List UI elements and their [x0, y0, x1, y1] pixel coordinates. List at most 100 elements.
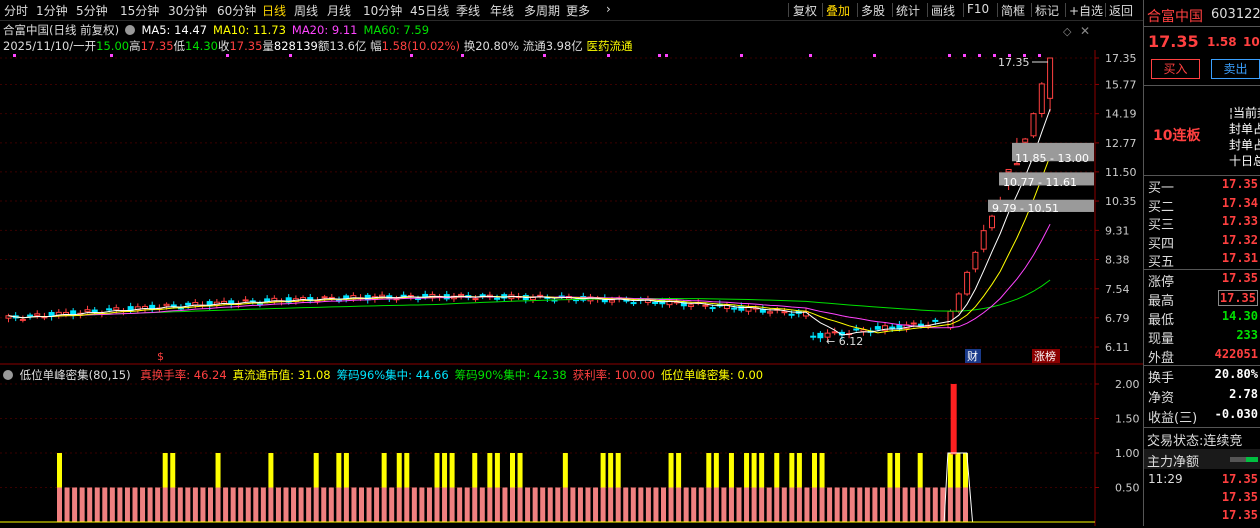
stat-row: 外盘 422051: [1148, 347, 1260, 367]
ma-value-2: MA20: 9.11: [291, 23, 358, 37]
more-chevron-icon[interactable]: ›: [606, 2, 611, 16]
candlestick-chart[interactable]: 17.35 15.77 14.19 12.77 11.50 10.35 9.31 8.38 7.…: [0, 50, 1143, 365]
period-tab-0[interactable]: 分时: [4, 2, 28, 19]
period-tab-4[interactable]: 30分钟: [168, 2, 207, 19]
toolbar-button-5[interactable]: F10: [967, 2, 989, 16]
candle-body: [817, 332, 824, 339]
indicator-chart[interactable]: 2.00 1.50 1.00 0.50: [0, 364, 1143, 526]
candle-body: [630, 302, 637, 305]
ma-settings-icon[interactable]: [124, 25, 135, 35]
main-flow-label: 主力净额: [1147, 455, 1200, 470]
ma-value-0: MA5: 14.47: [141, 23, 208, 37]
candle-body: [910, 322, 917, 325]
toolbar-button-6[interactable]: 简框: [1001, 2, 1025, 19]
bid-value: 17.31: [1221, 251, 1258, 265]
divider: [1144, 427, 1260, 428]
chip-zone-label: 9.79 - 10.51: [992, 202, 1059, 215]
toolbar-button-0[interactable]: 复权: [793, 2, 817, 19]
tick-value: 17.35: [1221, 490, 1258, 504]
signal-bar-top: [819, 453, 825, 488]
period-tab-5[interactable]: 60分钟: [217, 2, 256, 19]
candle-body: [767, 311, 774, 314]
signal-bar: [494, 487, 500, 522]
toolbar-button-1[interactable]: 叠加: [826, 2, 850, 19]
period-tab-2[interactable]: 5分钟: [76, 2, 108, 19]
signal-bar: [728, 487, 734, 522]
period-tab-3[interactable]: 15分钟: [120, 2, 159, 19]
toolbar-button-2[interactable]: 多股: [861, 2, 885, 19]
marker-dot: [607, 54, 610, 57]
toolbar-button-9[interactable]: 返回: [1109, 2, 1133, 19]
marker-dot: [665, 54, 668, 57]
signal-bar: [389, 487, 395, 522]
signal-bar: [260, 487, 266, 522]
period-tab-14[interactable]: 更多: [566, 2, 590, 19]
period-tab-9[interactable]: 10分钟: [363, 2, 402, 19]
signal-bar-top: [313, 453, 319, 488]
main-flow-row[interactable]: 主力净额: [1144, 449, 1260, 470]
divider: [1144, 269, 1260, 270]
toolbar-separator: [892, 3, 893, 17]
chart-diamond-icon[interactable]: ◇: [1063, 25, 1071, 38]
period-tab-13[interactable]: 多周期: [524, 2, 560, 19]
indicator-settings-icon[interactable]: [3, 370, 13, 380]
signal-bar: [94, 487, 100, 522]
price-axis-label: 14.19: [1105, 108, 1137, 121]
candle-body: [853, 328, 860, 331]
signal-bar: [434, 487, 440, 522]
toolbar-button-8[interactable]: +自选: [1069, 2, 1103, 19]
bid-row: 买二 17.34: [1148, 196, 1260, 216]
chip-zone-label: 10.77 - 11.61: [1003, 176, 1077, 189]
stat-value: 233: [1236, 328, 1258, 342]
limit-up-tag: 涨榜: [1034, 349, 1056, 363]
period-tab-10[interactable]: 45日线: [410, 2, 449, 19]
signal-bar: [223, 487, 229, 522]
stock-code: 603122: [1211, 7, 1260, 22]
bid-label: 买五: [1148, 255, 1175, 270]
marker-dot: [809, 54, 812, 57]
signal-bar-top: [728, 453, 734, 488]
signal-bar: [706, 487, 712, 522]
signal-bar: [842, 487, 848, 522]
signal-bar: [577, 487, 583, 522]
period-tab-8[interactable]: 月线: [327, 2, 351, 19]
candle-body: [256, 302, 263, 305]
signal-bar: [245, 487, 251, 522]
chart-close-icon[interactable]: ✕: [1080, 24, 1090, 38]
period-tab-7[interactable]: 周线: [294, 2, 318, 19]
signal-bar: [517, 487, 523, 522]
bid-label: 买二: [1148, 199, 1175, 215]
bid-value: 17.34: [1221, 195, 1258, 210]
bid-row: 买三 17.33: [1148, 214, 1260, 234]
limit-note-0: ¦当前封: [1229, 106, 1260, 120]
signal-bar: [366, 487, 372, 522]
signal-bar: [132, 487, 138, 522]
stat2-value: -0.030: [1214, 407, 1258, 421]
price-axis-label: 8.38: [1105, 254, 1130, 267]
signal-bar-top: [336, 453, 342, 488]
toolbar-button-3[interactable]: 统计: [896, 2, 920, 19]
toolbar-button-7[interactable]: 标记: [1035, 2, 1059, 19]
period-tab-1[interactable]: 1分钟: [36, 2, 68, 19]
buy-button[interactable]: 买入: [1151, 59, 1200, 79]
signal-bar-top: [517, 453, 523, 488]
toolbar-separator: [927, 3, 928, 17]
limit-note-3: 十日总: [1229, 154, 1260, 168]
candle-body: [163, 303, 170, 307]
signal-bar: [230, 487, 236, 522]
signal-bar-top: [955, 453, 961, 488]
period-tab-6[interactable]: 日线: [262, 2, 286, 19]
high-marker: 17.35: [998, 56, 1030, 69]
period-tab-11[interactable]: 季线: [456, 2, 480, 19]
signal-bar: [87, 487, 93, 522]
signal-bar: [713, 487, 719, 522]
flow-bar-fill: [1246, 457, 1258, 462]
stat-value: 14.30: [1221, 309, 1258, 323]
price-axis-label: 12.77: [1105, 137, 1137, 150]
sell-button[interactable]: 卖出: [1211, 59, 1260, 79]
divider: [1144, 26, 1260, 27]
signal-bar-top: [789, 453, 795, 488]
signal-bar: [532, 487, 538, 522]
toolbar-button-4[interactable]: 画线: [931, 2, 955, 19]
period-tab-12[interactable]: 年线: [490, 2, 514, 19]
